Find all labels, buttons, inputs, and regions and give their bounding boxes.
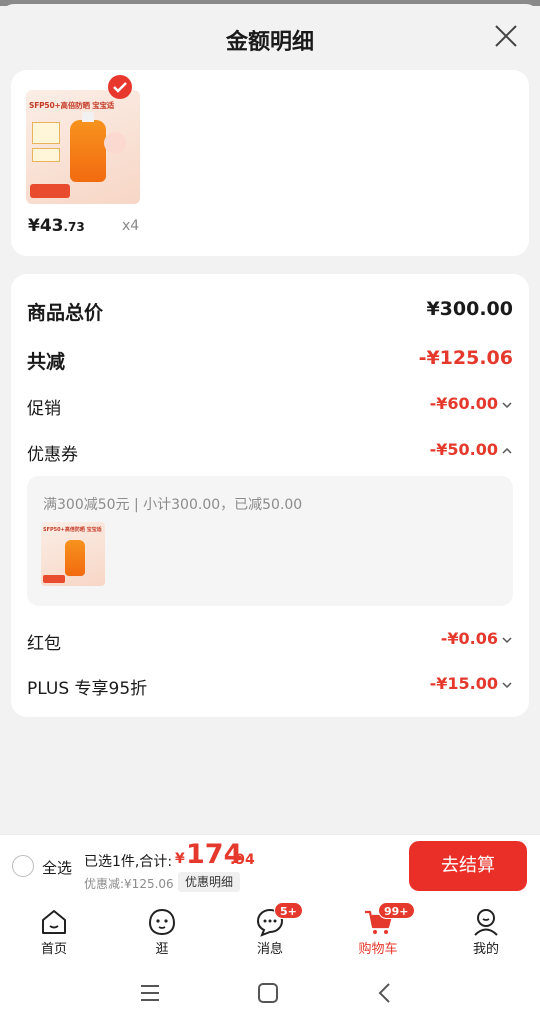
coupon-description: 满300减50元 | 小计300.00，已减50.00 <box>43 497 303 513</box>
tab-label: 购物车 <box>358 942 398 957</box>
discount-detail-button[interactable]: 优惠明细 <box>178 872 241 892</box>
promo-label: 促销 <box>27 399 61 419</box>
tab-cart[interactable]: 99+ 购物车 <box>338 902 418 960</box>
chevron-down-icon[interactable] <box>501 635 513 645</box>
product-image-caption: SFP50+高倍防晒 宝宝适 <box>29 101 115 110</box>
product-image-badge <box>32 148 60 162</box>
close-icon <box>495 25 517 47</box>
product-image-price-tag <box>43 575 65 583</box>
product-image-badge <box>32 122 60 144</box>
tab-label: 消息 <box>256 942 283 957</box>
home-icon <box>42 910 66 934</box>
selected-summary: 已选1件,合计: <box>84 854 173 870</box>
tab-label: 首页 <box>40 942 67 957</box>
sunscreen-bottle-image <box>70 112 106 182</box>
tab-label: 逛 <box>155 942 169 957</box>
tab-messages[interactable]: 5+ 消息 <box>230 902 310 960</box>
product-price-dec: .73 <box>63 220 85 234</box>
amount-detail-sheet: 金额明细 SFP50+高倍防晒 宝宝适 ¥43.73 x4 商品总价 ¥300.… <box>0 4 540 834</box>
plus-discount-label: PLUS 专享95折 <box>27 679 148 699</box>
message-badge: 5+ <box>274 902 303 919</box>
total-currency: ¥ <box>175 851 185 867</box>
product-quantity: x4 <box>122 218 140 234</box>
price-detail-card: 商品总价 ¥300.00 共减 -¥125.06 促销 -¥60.00 优惠券 … <box>11 274 529 717</box>
total-price-label: 商品总价 <box>27 302 104 324</box>
coupon-product-image: SFP50+高倍防晒 宝宝适 <box>41 522 105 586</box>
checkout-bar: 全选 已选1件,合计: ¥ 174 .94 优惠减:¥125.06 优惠明细 去… <box>0 834 540 898</box>
total-price-value: ¥300.00 <box>426 298 513 320</box>
bottom-tab-bar: 首页 逛 5+ 消息 99+ 购物车 我的 <box>0 898 540 960</box>
chevron-up-icon[interactable] <box>501 446 513 456</box>
chevron-down-icon[interactable] <box>501 680 513 690</box>
total-amount-dec: .94 <box>230 852 255 868</box>
profile-icon <box>474 909 498 936</box>
close-button[interactable] <box>492 22 520 50</box>
sheet-title: 金额明细 <box>225 30 314 55</box>
checkout-button[interactable]: 去结算 <box>409 841 527 891</box>
coupon-label: 优惠券 <box>27 445 78 465</box>
tab-home[interactable]: 首页 <box>14 904 94 960</box>
red-packet-label: 红包 <box>27 634 61 654</box>
selected-check-icon[interactable] <box>108 75 132 99</box>
tab-profile[interactable]: 我的 <box>446 904 526 960</box>
coupon-product-caption: SFP50+高倍防晒 宝宝适 <box>43 527 102 533</box>
system-navigation-bar <box>0 960 540 1026</box>
explore-face-icon <box>148 908 176 936</box>
recent-apps-icon[interactable] <box>137 980 163 1006</box>
select-all-label[interactable]: 全选 <box>42 857 72 878</box>
cart-badge: 99+ <box>378 902 415 919</box>
tab-explore[interactable]: 逛 <box>122 904 202 960</box>
product-image[interactable]: SFP50+高倍防晒 宝宝适 <box>26 90 140 204</box>
select-all-radio[interactable] <box>12 855 34 877</box>
product-card: SFP50+高倍防晒 宝宝适 ¥43.73 x4 <box>11 70 529 256</box>
total-reduce-value: -¥125.06 <box>418 347 513 369</box>
chevron-down-icon[interactable] <box>501 400 513 410</box>
total-reduce-label: 共减 <box>27 351 66 373</box>
product-price: ¥43.73 <box>28 216 85 236</box>
home-button-icon[interactable] <box>255 980 281 1006</box>
discount-note: 优惠减:¥125.06 <box>84 877 174 891</box>
product-image-price-tag <box>30 184 70 198</box>
tab-label: 我的 <box>472 942 499 957</box>
back-icon[interactable] <box>372 980 398 1006</box>
product-price-int: ¥43 <box>28 216 64 236</box>
product-image-decoration <box>104 132 126 154</box>
sunscreen-bottle-image <box>65 540 85 576</box>
coupon-detail-box: 满300减50元 | 小计300.00，已减50.00 SFP50+高倍防晒 宝… <box>27 476 513 606</box>
